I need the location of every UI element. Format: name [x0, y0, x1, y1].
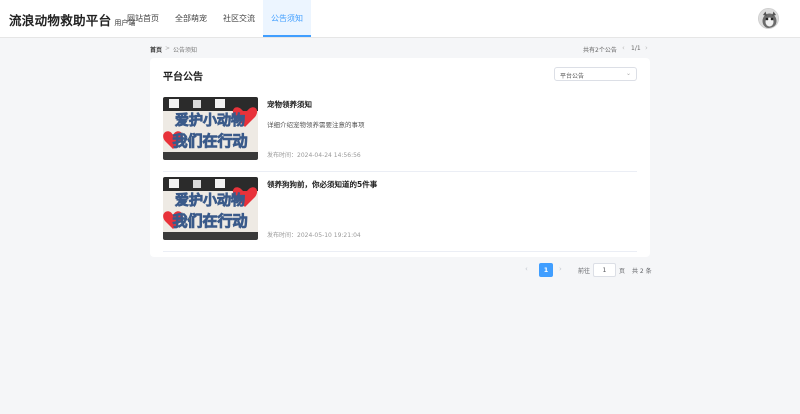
svg-text:我们在行动: 我们在行动: [172, 132, 247, 150]
notice-image[interactable]: 爱护小动物 我们在行动: [163, 97, 258, 160]
svg-text:我们在行动: 我们在行动: [172, 212, 247, 230]
breadcrumb-separator: >: [165, 45, 171, 52]
total-items-label: 共 2 条: [632, 268, 652, 275]
notice-publish-time: 发布时间：2024-05-10 19:21:04: [267, 232, 361, 239]
brand-title[interactable]: 流浪动物救助平台: [9, 10, 111, 29]
top-header: 流浪动物救助平台 用户端 网站首页 全部萌宠 社区交流 公告须知: [0, 0, 800, 38]
notice-publish-time: 发布时间：2024-04-24 14:56:56: [267, 152, 361, 159]
page-unit-label: 页: [619, 268, 626, 275]
poster-image: 爱护小动物 我们在行动: [163, 177, 258, 240]
notice-total-count: 共有2个公告: [583, 47, 617, 54]
notice-title[interactable]: 宠物领养须知: [267, 99, 312, 110]
goto-label: 前往: [578, 268, 591, 275]
nav-item-notices[interactable]: 公告须知: [263, 0, 311, 37]
poster-image: 爱护小动物 我们在行动: [163, 97, 258, 160]
select-value: 平台公告: [560, 73, 585, 80]
notice-item[interactable]: 爱护小动物 我们在行动 领养狗狗前，你必须知道的5件事 发布时间：2024-05…: [163, 177, 637, 252]
card-title: 平台公告: [163, 72, 203, 83]
chevron-down-icon: ⌄: [625, 70, 631, 77]
breadcrumb-current: 公告须知: [173, 47, 198, 54]
goto-page-input[interactable]: [593, 263, 616, 277]
prev-page-icon[interactable]: ‹: [525, 265, 528, 273]
page-number-current[interactable]: 1: [539, 263, 553, 277]
notice-image[interactable]: 爱护小动物 我们在行动: [163, 177, 258, 240]
nav-item-community[interactable]: 社区交流: [215, 0, 263, 37]
user-avatar[interactable]: [758, 8, 779, 29]
svg-text:爱护小动物: 爱护小动物: [175, 192, 245, 209]
notice-card: 平台公告 平台公告 ⌄ 爱护小动物 我们在行动 宠物领养须知 详细介绍宠物领养需…: [150, 58, 650, 257]
notice-item[interactable]: 爱护小动物 我们在行动 宠物领养须知 详细介绍宠物领养需要注意的事项 发布时间：…: [163, 97, 637, 172]
notice-title[interactable]: 领养狗狗前，你必须知道的5件事: [267, 179, 377, 190]
main-nav: 网站首页 全部萌宠 社区交流 公告须知: [119, 0, 311, 37]
summary-prev-icon[interactable]: ‹: [622, 44, 625, 52]
breadcrumb-bar: 首页 > 公告须知 共有2个公告 ‹ 1/1 ›: [150, 43, 650, 55]
avatar-icon: [759, 9, 778, 28]
notice-description: 详细介绍宠物领养需要注意的事项: [267, 121, 365, 129]
nav-item-all-pets[interactable]: 全部萌宠: [167, 0, 215, 37]
summary-next-icon[interactable]: ›: [645, 44, 648, 52]
nav-item-home[interactable]: 网站首页: [119, 0, 167, 37]
svg-text:爱护小动物: 爱护小动物: [175, 112, 245, 129]
next-page-icon[interactable]: ›: [559, 265, 562, 273]
brand[interactable]: 流浪动物救助平台 用户端: [9, 10, 135, 29]
breadcrumb-home[interactable]: 首页: [150, 45, 162, 54]
notice-type-select[interactable]: 平台公告 ⌄: [554, 67, 637, 81]
pagination: ‹ 1 › 前往 页 共 2 条: [521, 263, 661, 277]
summary-page-count: 1/1: [631, 45, 641, 52]
